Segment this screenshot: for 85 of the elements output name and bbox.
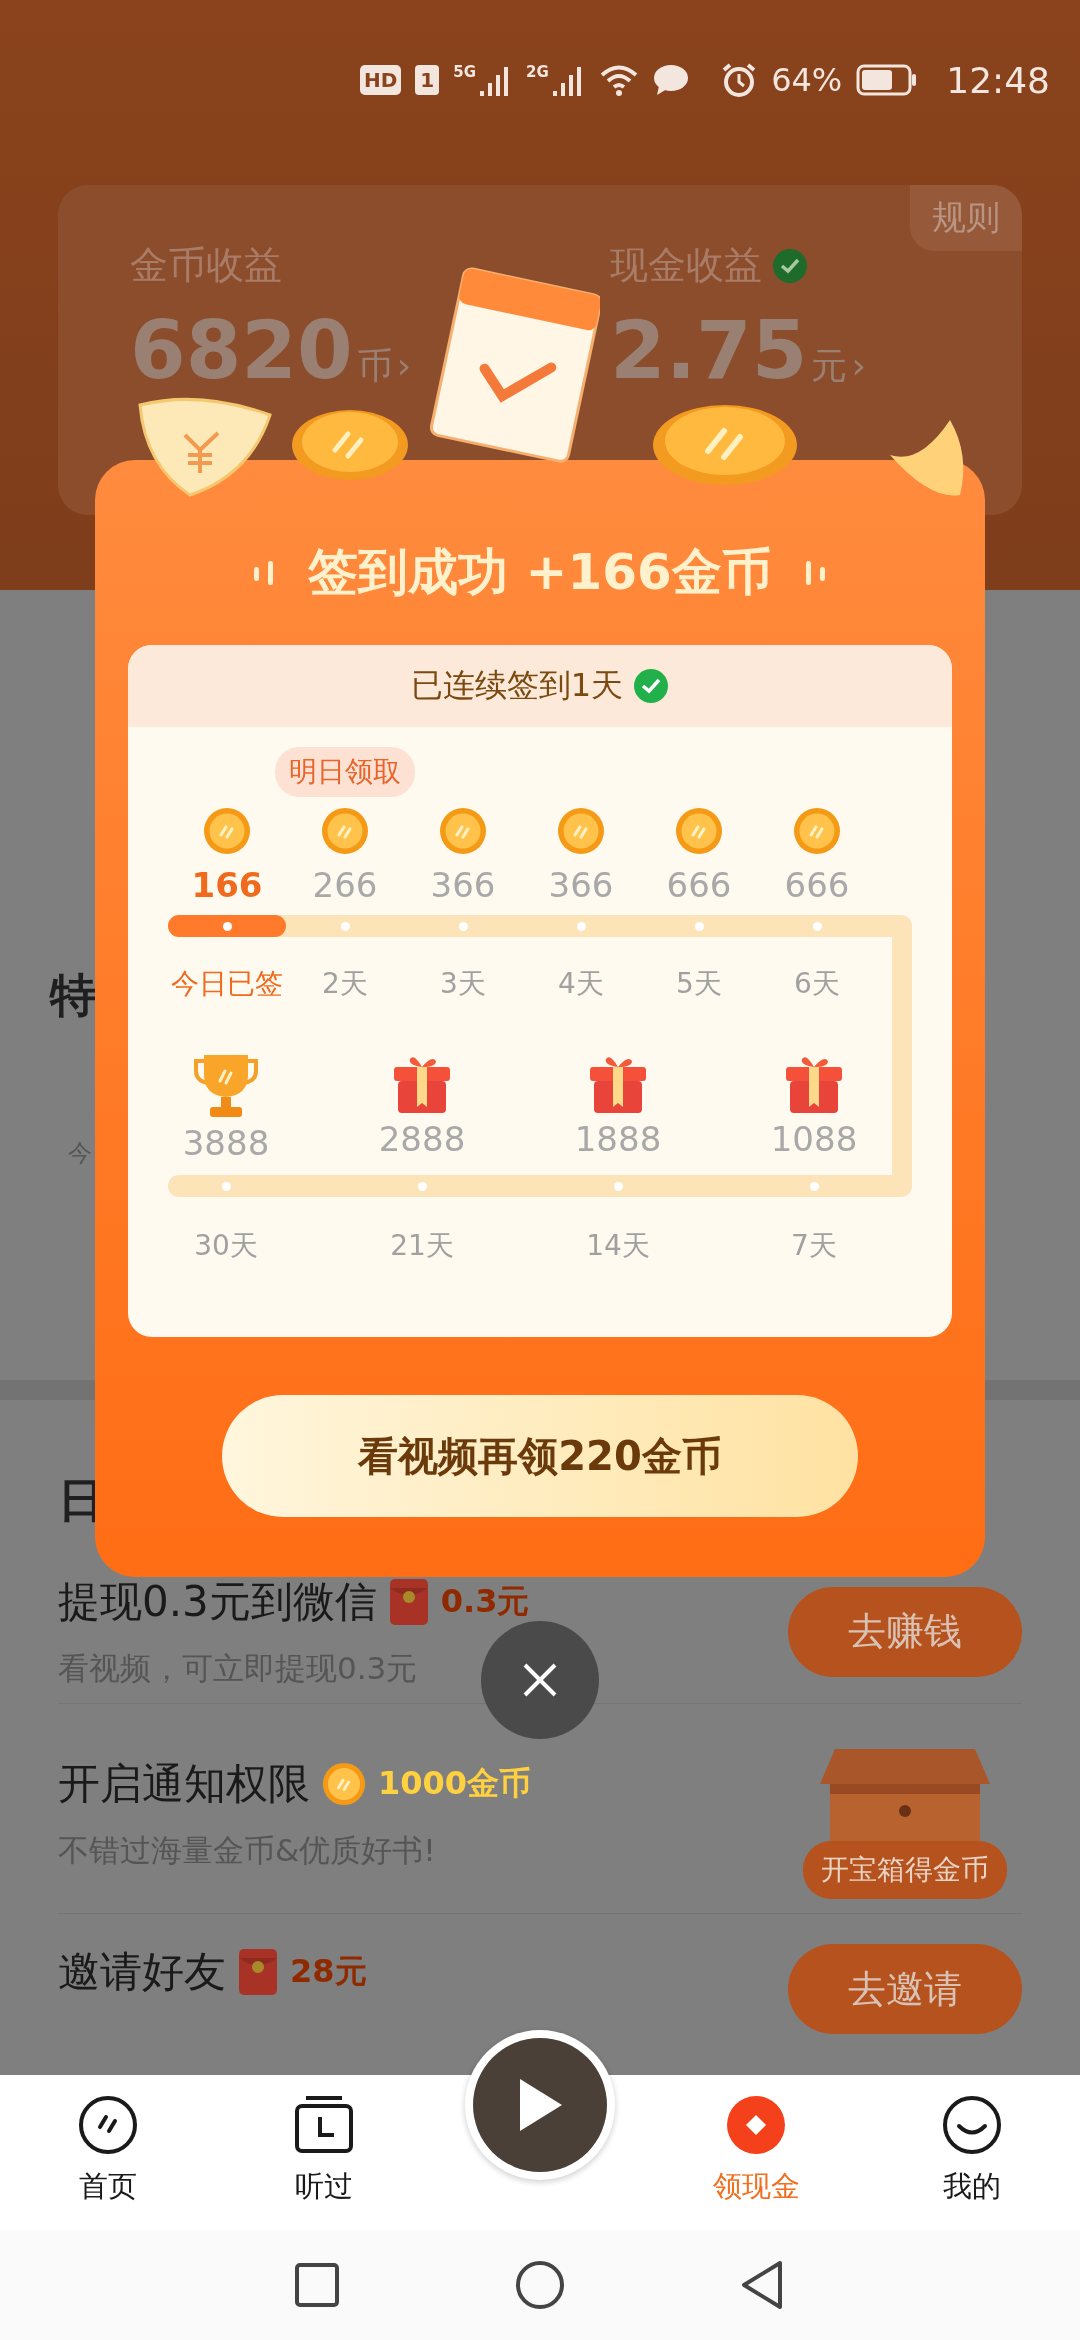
history-icon	[294, 2095, 354, 2155]
day-reward: 366	[548, 865, 614, 905]
home-icon	[78, 2095, 138, 2155]
task-action-button[interactable]: 去赚钱	[788, 1586, 1022, 1677]
track-dot	[417, 1181, 427, 1191]
envelope-icon	[238, 1948, 278, 1996]
rules-button[interactable]: 规则	[910, 185, 1022, 251]
task-title: 提现0.3元到微信	[58, 1575, 377, 1628]
task-reward: 1000金币	[378, 1762, 532, 1804]
unit-text: 元	[811, 344, 848, 388]
day-label: 4天	[557, 966, 605, 1002]
day-label: 今日已签	[170, 966, 284, 1002]
track-dot	[694, 921, 704, 931]
check-badge-icon	[633, 668, 670, 704]
nav-tab[interactable]: 首页	[0, 2075, 216, 2230]
track-dot	[576, 921, 586, 931]
coin-icon	[675, 807, 723, 855]
milestone-label: 7天	[790, 1228, 838, 1264]
profile-icon	[942, 2095, 1002, 2155]
battery-level: 64%	[771, 61, 843, 99]
day-label: 3天	[439, 966, 487, 1002]
nav-tab[interactable]: 听过	[216, 2075, 432, 2230]
recents-icon[interactable]	[294, 2262, 340, 2308]
day-label: 5天	[675, 966, 723, 1002]
earnings-label: 金币收益	[130, 242, 282, 289]
milestone-reward: 2888	[378, 1119, 466, 1159]
coin-icon	[793, 807, 841, 855]
coin-icon	[557, 807, 605, 855]
home-button-icon[interactable]	[515, 2260, 565, 2310]
clock-time: 12:48	[946, 59, 1050, 101]
day-reward: 166	[191, 865, 263, 905]
track-dot	[812, 921, 822, 931]
day-label: 2天	[321, 966, 369, 1002]
watch-video-button[interactable]: 看视频再领220金币	[222, 1395, 858, 1517]
task-title: 开启通知权限	[58, 1757, 310, 1810]
milestone-label: 14天	[585, 1228, 651, 1264]
nav-tab[interactable]: 领现金	[648, 2075, 864, 2230]
day-reward: 366	[430, 865, 496, 905]
hd-badge: HD	[360, 65, 402, 95]
nav-tab[interactable]: 我的	[864, 2075, 1080, 2230]
task-reward: 28元	[290, 1951, 367, 1992]
day-reward: 666	[666, 865, 732, 905]
wechat-check-icon	[772, 247, 808, 284]
track-dot	[222, 921, 232, 931]
dialog-title: 签到成功 +166金币	[308, 541, 772, 603]
streak-text: 已连续签到1天	[410, 665, 624, 706]
sim-badge: 1	[415, 65, 440, 95]
open-chest-button[interactable]: 开宝箱得金币	[803, 1840, 1007, 1899]
tomorrow-tooltip: 明日领取	[275, 747, 415, 797]
coin-icon	[439, 807, 487, 855]
day-reward: 266	[312, 865, 378, 905]
chevron-text: ›	[851, 345, 866, 386]
task-title: 邀请好友	[58, 1946, 226, 1998]
trophy-icon	[194, 1053, 258, 1119]
milestone-reward: 1888	[574, 1119, 662, 1159]
coin-icon	[203, 807, 251, 855]
earnings-value[interactable]: 2.75	[610, 311, 808, 391]
unit-text: 币	[356, 344, 393, 388]
task-action-button[interactable]: 去邀请	[788, 1944, 1022, 2034]
track-dot	[809, 1181, 819, 1191]
section-heading: 特	[50, 967, 96, 1024]
network-type: 2G	[526, 63, 549, 81]
earnings-label: 现金收益	[610, 242, 762, 289]
milestone-reward: 3888	[182, 1123, 270, 1163]
track-dot	[458, 921, 468, 931]
chat-bubble-icon	[652, 64, 689, 96]
track-dot	[613, 1181, 623, 1191]
wifi-icon	[598, 63, 639, 97]
milestone-label: 21天	[389, 1228, 455, 1264]
day-label: 6天	[793, 966, 841, 1002]
battery-icon	[856, 64, 919, 96]
coin-icon	[322, 1761, 366, 1806]
milestone-label: 30天	[193, 1228, 259, 1264]
chevron-text: ›	[396, 345, 412, 386]
milestone-reward: 1088	[770, 1119, 858, 1159]
alarm-icon	[721, 62, 758, 98]
track-dot	[221, 1181, 231, 1191]
earnings-value[interactable]: 6820	[130, 311, 353, 391]
day-reward: 666	[784, 865, 850, 905]
envelope-icon	[388, 1577, 429, 1626]
coin-icon	[321, 807, 369, 855]
task-reward: 0.3元	[440, 1580, 530, 1622]
cash-icon	[726, 2095, 786, 2155]
network-type: 5G	[453, 63, 476, 81]
track-dot	[340, 921, 350, 931]
